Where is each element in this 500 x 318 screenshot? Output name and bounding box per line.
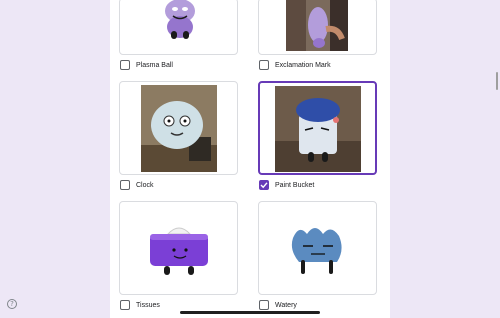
home-indicator-bar[interactable] xyxy=(180,311,320,314)
checkbox-exclamation-mark[interactable] xyxy=(259,60,269,70)
exclamation-mark-plush-image xyxy=(286,0,348,51)
option-image-card-plasma-ball[interactable] xyxy=(119,0,238,55)
checkbox-watery[interactable] xyxy=(259,300,269,310)
option-clock[interactable]: Clock xyxy=(120,178,154,192)
checkmark-icon xyxy=(260,182,268,189)
option-watery[interactable]: Watery xyxy=(259,298,297,312)
option-label: Exclamation Mark xyxy=(275,61,331,69)
clock-plush-image xyxy=(141,85,217,172)
paint-bucket-plush-image xyxy=(275,86,361,172)
scrollbar-thumb[interactable] xyxy=(496,72,498,90)
option-paint-bucket[interactable]: Paint Bucket xyxy=(259,178,314,192)
option-tissues[interactable]: Tissues xyxy=(120,298,160,312)
option-label: Clock xyxy=(136,181,154,189)
option-exclamation-mark[interactable]: Exclamation Mark xyxy=(259,58,331,72)
option-label: Tissues xyxy=(136,301,160,309)
option-image-card-exclamation-mark[interactable] xyxy=(258,0,377,55)
option-plasma-ball[interactable]: Plasma Ball xyxy=(120,58,173,72)
tissues-plush-image xyxy=(134,220,224,282)
checkbox-tissues[interactable] xyxy=(120,300,130,310)
plasma-ball-plush-image xyxy=(154,0,206,43)
form-sheet: Plasma Ball Exclamation Mark Clock Paint… xyxy=(110,0,390,318)
option-image-card-watery[interactable] xyxy=(258,201,377,295)
option-image-card-tissues[interactable] xyxy=(119,201,238,295)
option-image-card-clock[interactable] xyxy=(119,81,238,175)
checkbox-clock[interactable] xyxy=(120,180,130,190)
help-icon[interactable]: ? xyxy=(7,299,17,309)
option-label: Watery xyxy=(275,301,297,309)
watery-plush-image xyxy=(283,220,353,282)
option-label: Paint Bucket xyxy=(275,181,315,189)
checkbox-plasma-ball[interactable] xyxy=(120,60,130,70)
checkbox-paint-bucket[interactable] xyxy=(259,180,269,190)
option-image-card-paint-bucket[interactable] xyxy=(258,81,377,175)
option-label: Plasma Ball xyxy=(136,61,173,69)
